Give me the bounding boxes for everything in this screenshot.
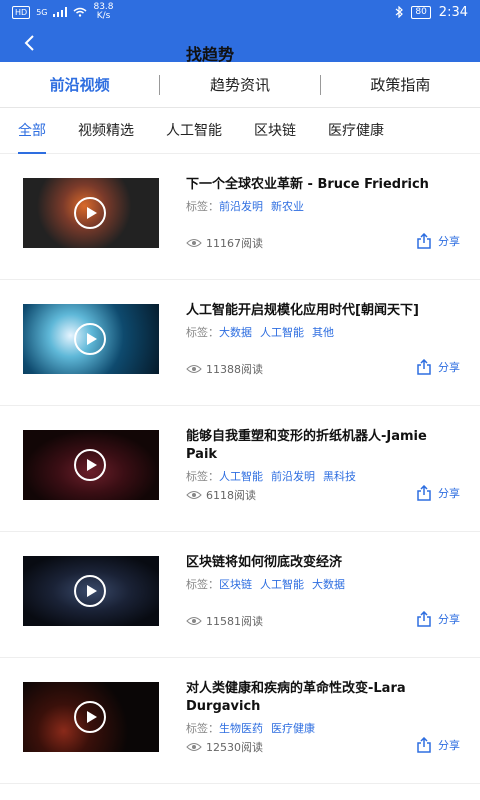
share-button[interactable]: 分享 xyxy=(416,359,460,375)
video-thumbnail[interactable] xyxy=(23,556,159,626)
play-icon[interactable] xyxy=(74,701,106,733)
nav-bar: 找趋势 xyxy=(0,24,480,64)
list-item[interactable]: 区块链将如何彻底改变经济 标签：区块链 人工智能 大数据 11581阅读 分享 xyxy=(0,532,480,658)
list-item[interactable]: 对人类健康和疾病的革命性改变-Lara Durgavich 标签：生物医药 医疗健… xyxy=(0,658,480,784)
video-title[interactable]: 能够自我重塑和变形的折纸机器人-Jamie Paik xyxy=(186,428,462,464)
video-title[interactable]: 下一个全球农业革新 - Bruce Friedrich xyxy=(186,176,462,194)
back-button[interactable] xyxy=(18,32,40,54)
eye-icon xyxy=(186,617,202,625)
video-title[interactable]: 人工智能开启规模化应用时代[朝闻天下] xyxy=(186,302,462,320)
category-tab-blockchain[interactable]: 区块链 xyxy=(254,108,296,154)
tab-policy-guide[interactable]: 政策指南 xyxy=(321,74,480,95)
tag[interactable]: 人工智能 xyxy=(260,326,304,339)
video-title[interactable]: 区块链将如何彻底改变经济 xyxy=(186,554,462,572)
status-bar: HD 5G 83.8 K/s 80 2:34 xyxy=(0,0,480,24)
network-speed: 83.8 K/s xyxy=(93,2,114,21)
eye-icon xyxy=(186,365,202,373)
tab-frontier-video[interactable]: 前沿视频 xyxy=(0,74,159,95)
video-thumbnail[interactable] xyxy=(23,682,159,752)
tag[interactable]: 医疗健康 xyxy=(271,722,315,735)
tab-trend-news[interactable]: 趋势资讯 xyxy=(160,74,319,95)
tag-row: 标签：区块链 人工智能 大数据 xyxy=(186,576,353,592)
tag[interactable]: 大数据 xyxy=(219,326,252,339)
category-tab-healthcare[interactable]: 医疗健康 xyxy=(328,108,384,154)
share-icon xyxy=(417,611,431,627)
battery-icon: 80 xyxy=(411,5,431,19)
tag[interactable]: 大数据 xyxy=(312,578,345,591)
category-tabs: 全部 视频精选 人工智能 区块链 医疗健康 xyxy=(0,108,480,154)
tag-row: 标签：人工智能 前沿发明 黑科技 xyxy=(186,468,364,484)
tag-row: 标签：前沿发明 新农业 xyxy=(186,198,312,214)
read-count: 11581阅读 xyxy=(186,613,263,629)
category-tab-ai[interactable]: 人工智能 xyxy=(166,108,222,154)
video-thumbnail[interactable] xyxy=(23,430,159,500)
tag[interactable]: 人工智能 xyxy=(260,578,304,591)
tag-prefix: 标签： xyxy=(186,470,219,483)
tag-row: 标签：生物医药 医疗健康 xyxy=(186,720,323,736)
list-item[interactable]: 能够自我重塑和变形的折纸机器人-Jamie Paik 标签：人工智能 前沿发明 黑科… xyxy=(0,406,480,532)
eye-icon xyxy=(186,743,202,751)
play-icon[interactable] xyxy=(74,575,106,607)
tag[interactable]: 生物医药 xyxy=(219,722,263,735)
wifi-icon xyxy=(74,7,87,17)
share-button[interactable]: 分享 xyxy=(416,737,460,753)
share-icon xyxy=(417,359,431,375)
play-icon[interactable] xyxy=(74,323,106,355)
read-count: 11388阅读 xyxy=(186,361,263,377)
category-tab-all[interactable]: 全部 xyxy=(18,108,46,154)
bluetooth-icon xyxy=(395,6,404,18)
share-icon xyxy=(417,737,431,753)
share-button[interactable]: 分享 xyxy=(416,233,460,249)
tag-prefix: 标签： xyxy=(186,326,219,339)
play-icon[interactable] xyxy=(74,197,106,229)
tag[interactable]: 前沿发明 xyxy=(271,470,315,483)
tag-prefix: 标签： xyxy=(186,200,219,213)
tag-row: 标签：大数据 人工智能 其他 xyxy=(186,324,342,340)
hd-badge: HD xyxy=(12,5,31,19)
video-thumbnail[interactable] xyxy=(23,178,159,248)
video-list: 下一个全球农业革新 - Bruce Friedrich 标签：前沿发明 新农业 1… xyxy=(0,154,480,784)
tag[interactable]: 人工智能 xyxy=(219,470,263,483)
tag[interactable]: 新农业 xyxy=(271,200,304,213)
video-thumbnail[interactable] xyxy=(23,304,159,374)
category-tab-featured[interactable]: 视频精选 xyxy=(78,108,134,154)
list-item[interactable]: 下一个全球农业革新 - Bruce Friedrich 标签：前沿发明 新农业 1… xyxy=(0,154,480,280)
signal-label: 5G xyxy=(36,7,48,17)
share-icon xyxy=(417,233,431,249)
tag-prefix: 标签： xyxy=(186,722,219,735)
chevron-left-icon xyxy=(24,35,34,51)
list-item[interactable]: 人工智能开启规模化应用时代[朝闻天下] 标签：大数据 人工智能 其他 11388阅读… xyxy=(0,280,480,406)
eye-icon xyxy=(186,491,202,499)
share-button[interactable]: 分享 xyxy=(416,485,460,501)
signal-icon xyxy=(53,7,68,17)
share-icon xyxy=(417,485,431,501)
tag[interactable]: 其他 xyxy=(312,326,334,339)
read-count: 11167阅读 xyxy=(186,235,263,251)
tag[interactable]: 前沿发明 xyxy=(219,200,263,213)
eye-icon xyxy=(186,239,202,247)
video-title[interactable]: 对人类健康和疾病的革命性改变-Lara Durgavich xyxy=(186,680,462,716)
clock: 2:34 xyxy=(438,4,468,20)
tag[interactable]: 黑科技 xyxy=(323,470,356,483)
read-count: 6118阅读 xyxy=(186,487,256,503)
play-icon[interactable] xyxy=(74,449,106,481)
main-tabs: 前沿视频 趋势资讯 政策指南 xyxy=(0,62,480,108)
share-button[interactable]: 分享 xyxy=(416,611,460,627)
tag[interactable]: 区块链 xyxy=(219,578,252,591)
tag-prefix: 标签： xyxy=(186,578,219,591)
read-count: 12530阅读 xyxy=(186,739,263,755)
